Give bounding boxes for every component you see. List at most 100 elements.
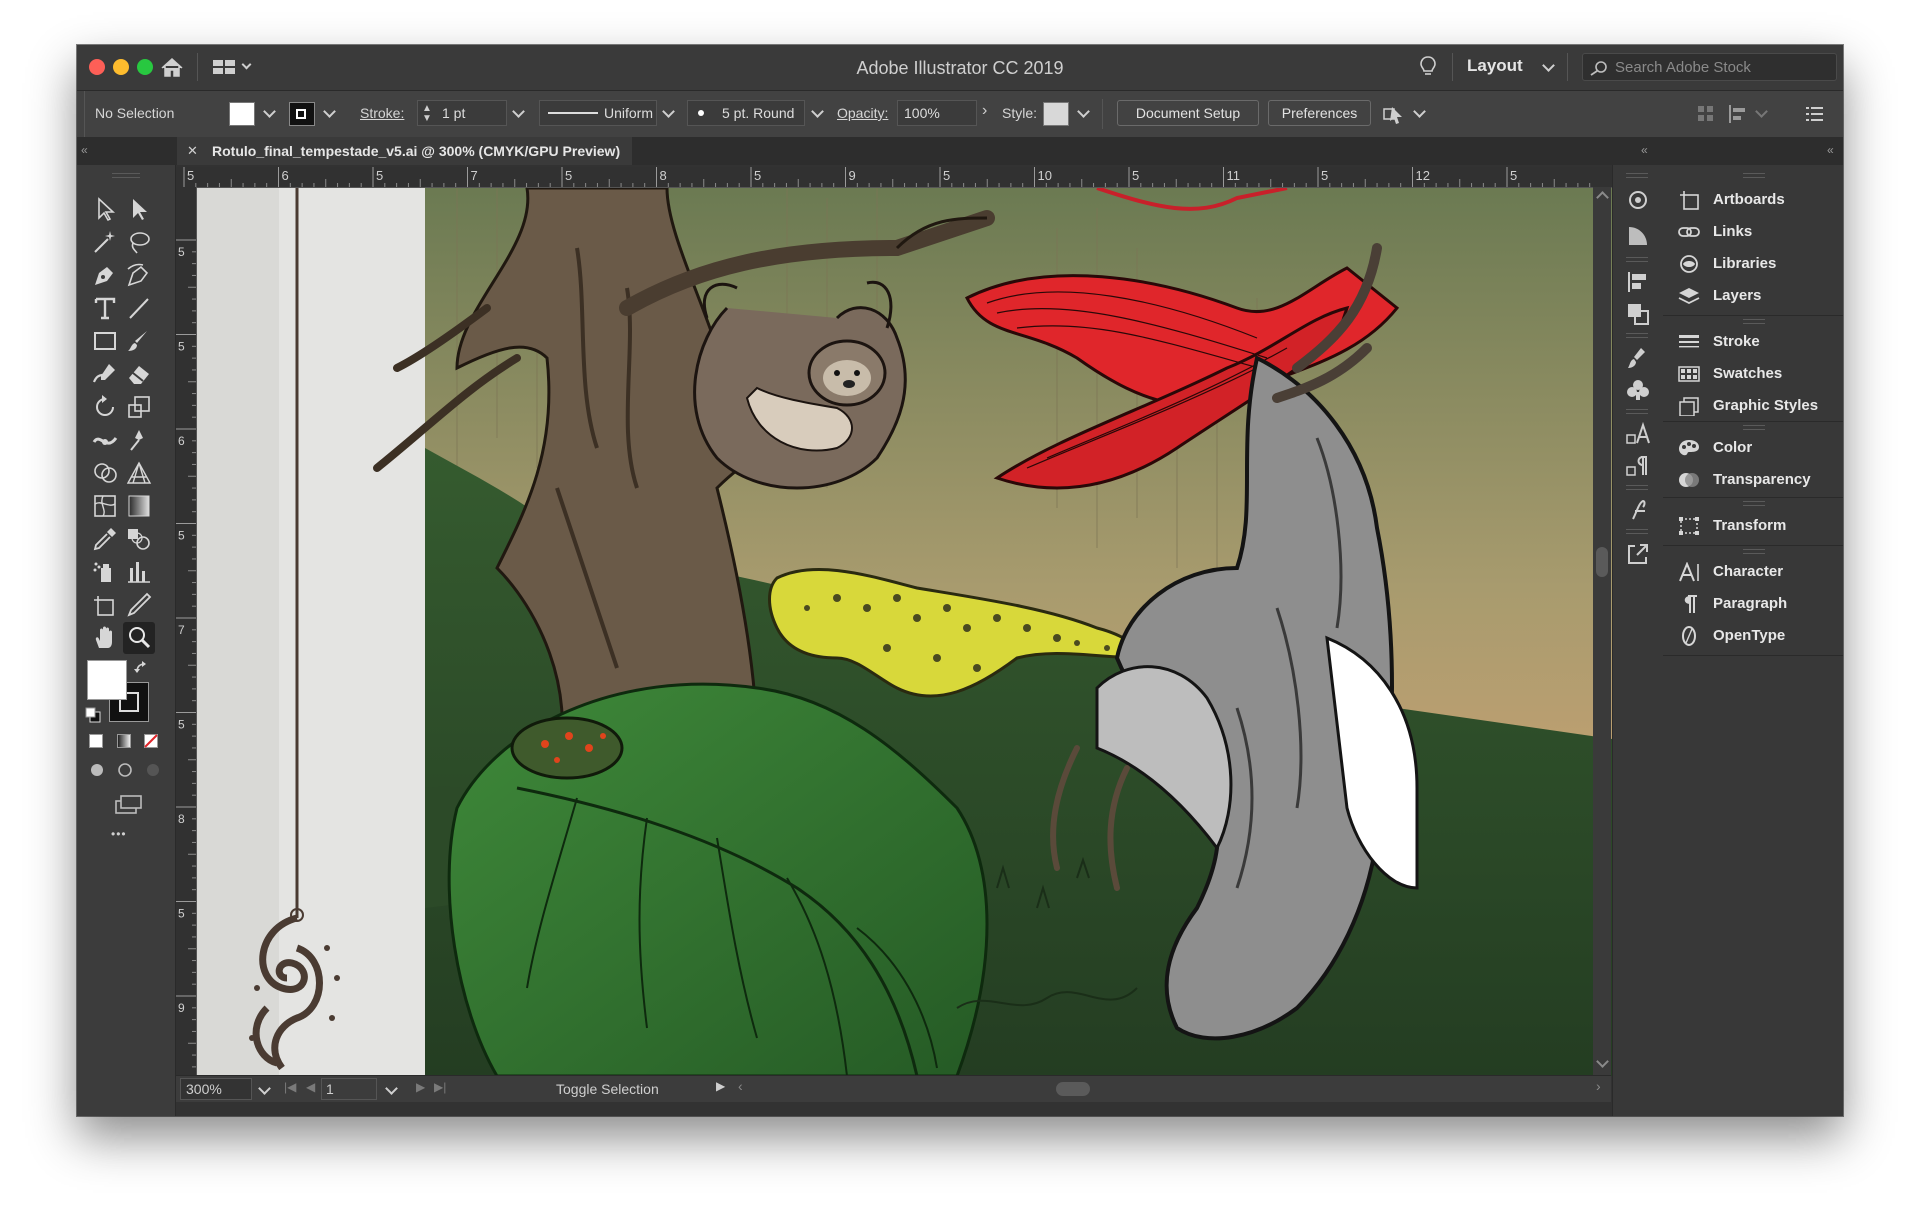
stroke-weight-field[interactable]: ▲ ▼ 1 pt <box>417 100 507 126</box>
character-styles-icon[interactable] <box>1625 421 1651 447</box>
variable-width-profile[interactable]: Uniform <box>539 100 657 126</box>
stroke-label[interactable]: Stroke: <box>360 105 404 121</box>
stepper-down-icon[interactable]: ▼ <box>422 107 432 131</box>
scale-tool-icon[interactable] <box>125 393 153 421</box>
select-similar-icon[interactable] <box>1382 103 1406 125</box>
symbols-icon[interactable] <box>1625 377 1651 403</box>
last-artboard-icon[interactable]: ▶| <box>434 1080 446 1094</box>
drawing-modes-icon[interactable] <box>87 760 163 780</box>
paintbrush-tool-icon[interactable] <box>125 327 153 355</box>
none-mode-icon[interactable] <box>144 734 158 748</box>
brush-definition[interactable]: 5 pt. Round <box>687 100 805 126</box>
selection-tool-icon[interactable] <box>91 195 119 223</box>
chevron-down-icon[interactable] <box>385 1082 398 1095</box>
graphic-style-swatch[interactable] <box>1043 102 1069 126</box>
line-segment-tool-icon[interactable] <box>125 294 153 322</box>
rotate-tool-icon[interactable] <box>91 393 119 421</box>
chevron-down-icon[interactable] <box>811 105 824 118</box>
chevron-right-icon[interactable]: › <box>982 102 987 120</box>
lasso-tool-icon[interactable] <box>125 228 153 256</box>
mesh-tool-icon[interactable] <box>91 492 119 520</box>
slice-tool-icon[interactable] <box>125 591 153 619</box>
paragraph-styles-icon[interactable] <box>1625 453 1651 479</box>
screen-mode-icon[interactable] <box>113 793 143 815</box>
next-artboard-icon[interactable]: ▶ <box>416 1080 425 1094</box>
align-panel-icon[interactable] <box>1625 269 1651 295</box>
scroll-up-icon[interactable] <box>1596 191 1609 204</box>
artboard-field[interactable]: 1 <box>321 1078 377 1100</box>
hand-tool-icon[interactable] <box>91 624 119 652</box>
collapse-toolbar-icon[interactable]: « <box>81 143 88 157</box>
previous-artboard-icon[interactable]: ◀ <box>306 1080 315 1094</box>
gradient-panel-icon[interactable] <box>1625 223 1651 249</box>
lightbulb-icon[interactable] <box>1419 55 1437 79</box>
chevron-down-icon[interactable] <box>1413 105 1426 118</box>
glyphs-icon[interactable] <box>1625 497 1651 523</box>
search-stock-field[interactable]: Search Adobe Stock <box>1582 53 1837 81</box>
collapse-dock-icon[interactable]: « <box>1641 143 1648 157</box>
first-artboard-icon[interactable]: |◀ <box>284 1080 296 1094</box>
panel-transparency[interactable]: Transparency <box>1663 461 1843 499</box>
brushes-icon[interactable] <box>1625 345 1651 371</box>
horizontal-scroll-thumb[interactable] <box>1056 1082 1090 1096</box>
gradient-mode-button[interactable] <box>117 734 131 748</box>
document-setup-button[interactable]: Document Setup <box>1117 100 1259 126</box>
artboard-canvas[interactable] <box>197 188 1672 1076</box>
direct-selection-tool-icon[interactable] <box>125 195 153 223</box>
chevron-down-icon[interactable] <box>323 105 336 118</box>
vertical-scrollbar[interactable] <box>1593 187 1611 1075</box>
opacity-label[interactable]: Opacity: <box>837 105 888 121</box>
chevron-down-icon[interactable] <box>263 105 276 118</box>
panel-menu-icon[interactable] <box>1805 105 1825 123</box>
chevron-down-icon[interactable] <box>1077 105 1090 118</box>
perspective-grid-tool-icon[interactable] <box>125 459 153 487</box>
panel-transform[interactable]: Transform <box>1663 507 1843 545</box>
appearance-icon[interactable] <box>1625 187 1651 213</box>
edit-toolbar-more-icon[interactable]: ••• <box>111 827 127 841</box>
scroll-down-icon[interactable] <box>1596 1055 1609 1068</box>
eraser-tool-icon[interactable] <box>125 360 153 388</box>
chevron-down-icon[interactable] <box>1755 105 1768 118</box>
gradient-tool-icon[interactable] <box>125 492 153 520</box>
symbol-sprayer-tool-icon[interactable] <box>91 558 119 586</box>
shape-builder-tool-icon[interactable] <box>91 459 119 487</box>
width-tool-icon[interactable] <box>91 426 119 454</box>
status-menu-icon[interactable]: ▶ <box>716 1079 725 1093</box>
panel-opentype[interactable]: OpenType <box>1663 617 1843 655</box>
opacity-field[interactable]: 100% <box>897 100 977 126</box>
distribute-icon[interactable] <box>1727 104 1749 124</box>
close-tab-icon[interactable]: ✕ <box>187 137 198 165</box>
swap-fill-stroke-icon[interactable] <box>133 660 151 678</box>
scroll-right-icon[interactable]: › <box>1596 1078 1601 1094</box>
scroll-left-icon[interactable]: ‹ <box>738 1078 743 1094</box>
vertical-scroll-thumb[interactable] <box>1596 547 1608 577</box>
panel-layers[interactable]: Layers <box>1663 277 1843 315</box>
fill-swatch[interactable] <box>229 102 255 126</box>
magic-wand-tool-icon[interactable] <box>91 228 119 256</box>
panel-graphic-styles[interactable]: Graphic Styles <box>1663 387 1843 425</box>
zoom-field[interactable]: 300% <box>180 1078 252 1100</box>
color-mode-button[interactable] <box>89 734 103 748</box>
pen-tool-icon[interactable] <box>91 261 119 289</box>
stroke-swatch[interactable] <box>289 102 315 126</box>
document-tab[interactable]: ✕ Rotulo_final_tempestade_v5.ai @ 300% (… <box>177 137 632 165</box>
eyedropper-tool-icon[interactable] <box>91 525 119 553</box>
curvature-tool-icon[interactable] <box>125 261 153 289</box>
rectangle-tool-icon[interactable] <box>91 327 119 355</box>
chevron-down-icon[interactable] <box>512 105 525 118</box>
pathfinder-icon[interactable] <box>1625 301 1651 327</box>
blend-tool-icon[interactable] <box>125 525 153 553</box>
preferences-button[interactable]: Preferences <box>1268 100 1371 126</box>
shaper-tool-icon[interactable] <box>91 360 119 388</box>
align-grid-icon[interactable] <box>1697 105 1715 123</box>
workspace-switcher[interactable]: Layout <box>1467 56 1523 76</box>
export-icon[interactable] <box>1625 541 1651 567</box>
column-graph-tool-icon[interactable] <box>125 558 153 586</box>
zoom-tool-active-bg[interactable] <box>123 622 155 654</box>
collapse-panels-icon[interactable]: « <box>1827 143 1834 157</box>
default-fill-stroke-icon[interactable] <box>85 707 101 723</box>
fill-color-box-front[interactable] <box>87 660 127 700</box>
chevron-down-icon[interactable] <box>258 1082 271 1095</box>
puppet-warp-tool-icon[interactable] <box>125 426 153 454</box>
artboard-tool-icon[interactable] <box>91 591 119 619</box>
